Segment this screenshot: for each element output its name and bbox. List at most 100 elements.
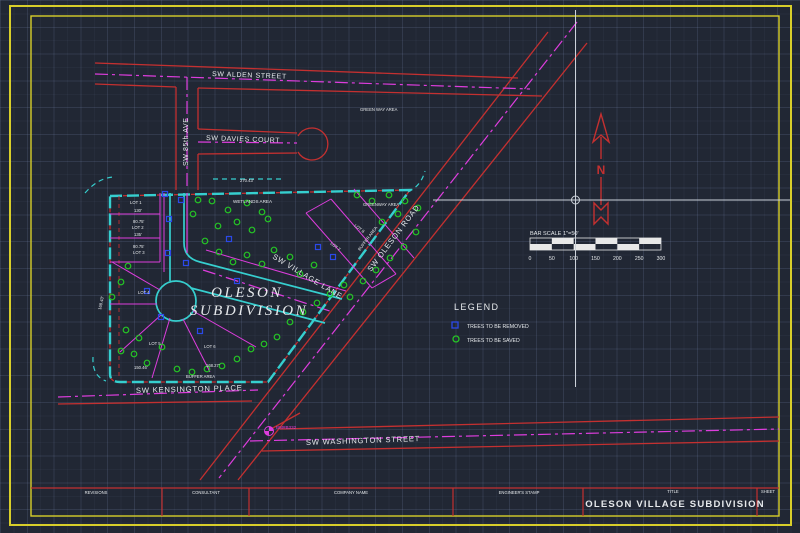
bar-scale-cell bbox=[573, 244, 596, 250]
bar-scale-tick: 100 bbox=[569, 256, 578, 262]
tree-saved-icon bbox=[224, 206, 232, 214]
tree-saved-icon bbox=[233, 355, 241, 363]
dim-8075: 80.75' bbox=[133, 219, 144, 224]
subdivision-name-line2: SUBDIVISION bbox=[190, 303, 308, 319]
street-label-kensington: SW KENSINGTON PLACE bbox=[136, 383, 243, 395]
street-label-85th: SW 85th AVE bbox=[183, 118, 190, 167]
lot-label-1: LOT 1 bbox=[130, 200, 142, 205]
dim-135: 135' bbox=[134, 232, 142, 237]
tree-symbols bbox=[108, 190, 422, 376]
bar-scale-cell bbox=[551, 238, 574, 244]
titleblock-title-label: TITLE bbox=[667, 489, 679, 494]
bar-scale-cell bbox=[530, 244, 552, 250]
bar-scale-cell bbox=[595, 238, 618, 244]
legend-saved-label: TREES TO BE SAVED bbox=[467, 338, 520, 344]
tree-saved-icon bbox=[243, 251, 251, 259]
tree-saved-icon bbox=[247, 345, 255, 353]
tree-saved-icon bbox=[117, 278, 125, 286]
bar-scale-label: BAR SCALE 1"=50' bbox=[530, 231, 579, 237]
tree-saved-icon bbox=[264, 215, 272, 223]
bar-scale-tick: 250 bbox=[635, 256, 644, 262]
drawing-canvas: REVISIONS CONSULTANT COMPANY NAME ENGINE… bbox=[9, 5, 792, 526]
tree-saved-icon bbox=[201, 237, 209, 245]
tree-saved-icon bbox=[189, 210, 197, 218]
tree-saved-icon bbox=[258, 208, 266, 216]
legend-removed-icon bbox=[451, 321, 459, 329]
lot-label-6: LOT 6 bbox=[204, 344, 216, 349]
legend-title: LEGEND bbox=[454, 302, 499, 312]
bar-scale-tick: 150 bbox=[591, 256, 600, 262]
tree-saved-icon bbox=[346, 293, 354, 301]
bar-scale-tick: 300 bbox=[657, 256, 666, 262]
bar-scale: 0 50 100 150 200 250 300 bbox=[529, 237, 666, 262]
titleblock-stamp-label: ENGINEER'S STAMP bbox=[499, 490, 540, 495]
titleblock-consultant-label: CONSULTANT bbox=[192, 490, 220, 495]
tree-removed-icon bbox=[196, 327, 204, 335]
bar-scale-tick: 50 bbox=[549, 256, 555, 262]
lot-label-2: LOT 2 bbox=[132, 225, 144, 230]
area-label-buffer: BUFFER AREA bbox=[186, 374, 215, 379]
tree-saved-icon bbox=[122, 326, 130, 334]
benchmark-label: BM#B332 bbox=[276, 425, 297, 430]
dim-8075b: 80.75' bbox=[133, 244, 144, 249]
tree-removed-icon bbox=[329, 253, 337, 261]
tree-removed-icon bbox=[314, 243, 322, 251]
lot-label-4: LOT 4 bbox=[138, 290, 150, 295]
tree-saved-icon bbox=[130, 350, 138, 358]
area-label-greenway: GREENWAY AREA bbox=[363, 202, 399, 207]
tree-removed-icon bbox=[177, 196, 185, 204]
titleblock-revisions-label: REVISIONS bbox=[85, 490, 108, 495]
area-label-wetlands: WETLANDS AREA bbox=[233, 199, 273, 204]
tree-saved-icon bbox=[310, 261, 318, 269]
street-label-washington: SW WASHINGTON STREET bbox=[306, 434, 421, 447]
titleblock-sheet-label: SHEET bbox=[761, 489, 775, 494]
titleblock-company-label: COMPANY NAME bbox=[334, 490, 368, 495]
tree-saved-icon bbox=[359, 277, 367, 285]
legend-removed-label: TREES TO BE REMOVED bbox=[467, 324, 529, 330]
cad-viewport[interactable]: REVISIONS CONSULTANT COMPANY NAME ENGINE… bbox=[0, 0, 800, 533]
tree-saved-icon bbox=[412, 228, 420, 236]
tree-saved-icon bbox=[394, 210, 402, 218]
dim-boundary-top: 270.43' bbox=[240, 178, 254, 183]
bar-scale-cell bbox=[639, 238, 661, 244]
dim-15046: 150.46' bbox=[134, 365, 148, 370]
tree-saved-icon bbox=[313, 299, 321, 307]
tree-saved-icon bbox=[273, 333, 281, 341]
lot-label-3: LOT 3 bbox=[133, 250, 145, 255]
street-label-davies: SW DAVIES COURT bbox=[206, 135, 280, 145]
tree-saved-icon bbox=[286, 318, 294, 326]
tree-saved-icon bbox=[260, 340, 268, 348]
bar-scale-cell bbox=[617, 244, 640, 250]
tree-saved-icon bbox=[385, 191, 393, 199]
tree-saved-icon bbox=[208, 197, 216, 205]
tree-saved-icon bbox=[340, 281, 348, 289]
lot-label-5: LOT 5 bbox=[149, 341, 161, 346]
tree-saved-icon bbox=[233, 218, 241, 226]
tree-removed-icon bbox=[225, 235, 233, 243]
tree-saved-icon bbox=[218, 362, 226, 370]
sheet-border bbox=[9, 5, 792, 526]
dim-16827: 168.27' bbox=[206, 363, 220, 368]
tree-saved-icon bbox=[378, 218, 386, 226]
tree-saved-icon bbox=[214, 222, 222, 230]
tree-saved-icon bbox=[124, 262, 132, 270]
area-label-greenway-top: GREEN WAY AREA bbox=[360, 107, 398, 112]
crosshair-cursor bbox=[433, 10, 790, 387]
legend-saved-icon bbox=[452, 335, 460, 343]
subdivision-name-line1: OLESON bbox=[211, 285, 283, 301]
tree-saved-icon bbox=[248, 226, 256, 234]
tree-saved-icon bbox=[173, 365, 181, 373]
sheet-title: OLESON VILLAGE SUBDIVISION bbox=[585, 499, 765, 510]
dim-130: 130' bbox=[134, 208, 142, 213]
bar-scale-tick: 0 bbox=[529, 256, 532, 262]
dim-16843: 168.43' bbox=[97, 296, 105, 311]
north-arrow-label: N bbox=[597, 163, 606, 177]
tree-saved-icon bbox=[135, 334, 143, 342]
tree-saved-icon bbox=[194, 196, 202, 204]
lot-label-7: LOT 7 bbox=[329, 241, 342, 252]
tree-removed-icon bbox=[182, 259, 190, 267]
street-label-alden: SW ALDEN STREET bbox=[212, 71, 287, 81]
lot-lines bbox=[110, 188, 415, 379]
bar-scale-tick: 200 bbox=[613, 256, 622, 262]
tree-saved-icon bbox=[229, 258, 237, 266]
